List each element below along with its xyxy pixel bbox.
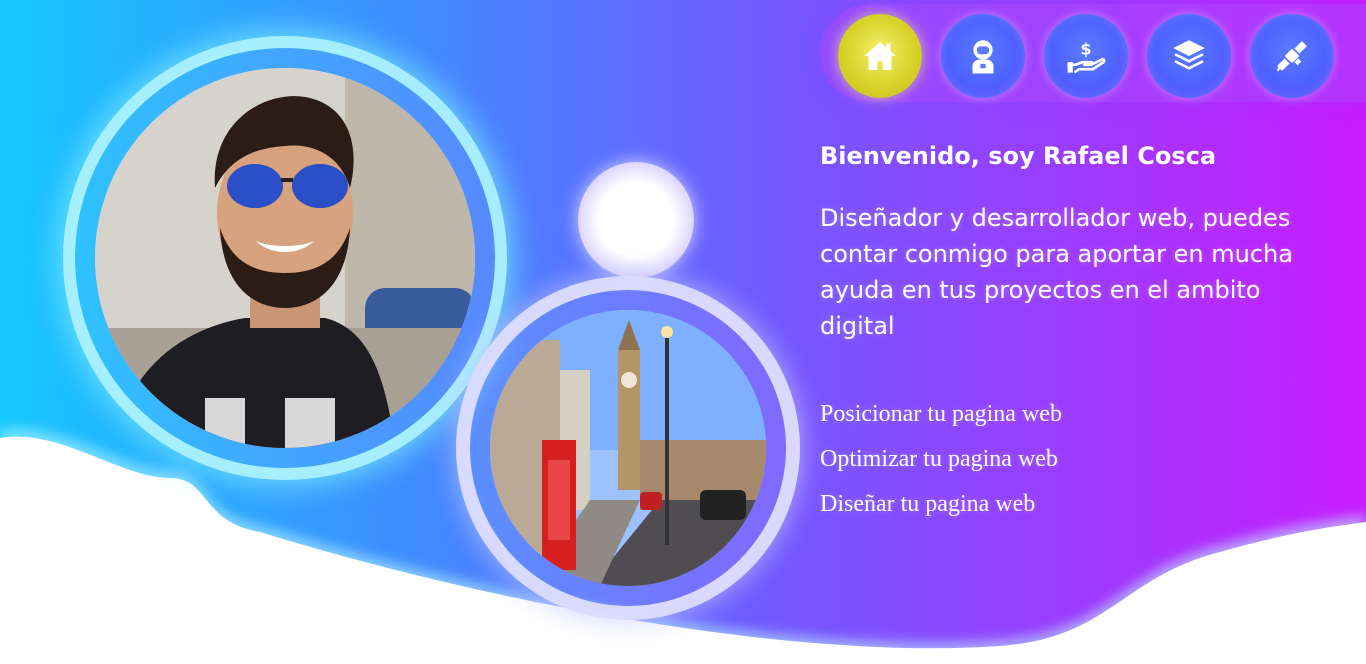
london-photo xyxy=(490,310,766,586)
service-item-optimize[interactable]: Optimizar tu pagina web xyxy=(820,437,1320,482)
services-list: Posicionar tu pagina web Optimizar tu pa… xyxy=(820,392,1320,527)
home-icon xyxy=(864,42,896,70)
profile-photo xyxy=(95,68,475,448)
satellite-icon xyxy=(1276,41,1307,72)
service-item-design[interactable]: Diseñar tu pagina web xyxy=(820,482,1320,527)
layers-icon xyxy=(1173,40,1205,70)
service-item-seo[interactable]: Posicionar tu pagina web xyxy=(820,392,1320,437)
greeting-heading: Bienvenido, soy Rafael Cosca xyxy=(820,142,1217,170)
money-hand-icon: $ xyxy=(1067,39,1106,74)
nav-portfolio-button[interactable] xyxy=(1147,14,1231,98)
astronaut-icon xyxy=(972,40,994,74)
top-navigation: $ xyxy=(820,4,1366,102)
description-text: Diseñador y desarrollador web, puedes co… xyxy=(820,204,1293,340)
decorative-orb xyxy=(578,162,694,278)
nav-contact-button[interactable] xyxy=(1250,14,1334,98)
hero-text: Bienvenido, soy Rafael Cosca Diseñador y… xyxy=(820,140,1340,344)
nav-pricing-button[interactable]: $ xyxy=(1044,14,1128,98)
nav-home-button[interactable] xyxy=(838,14,922,98)
nav-about-button[interactable] xyxy=(941,14,1025,98)
svg-text:$: $ xyxy=(1081,39,1092,58)
